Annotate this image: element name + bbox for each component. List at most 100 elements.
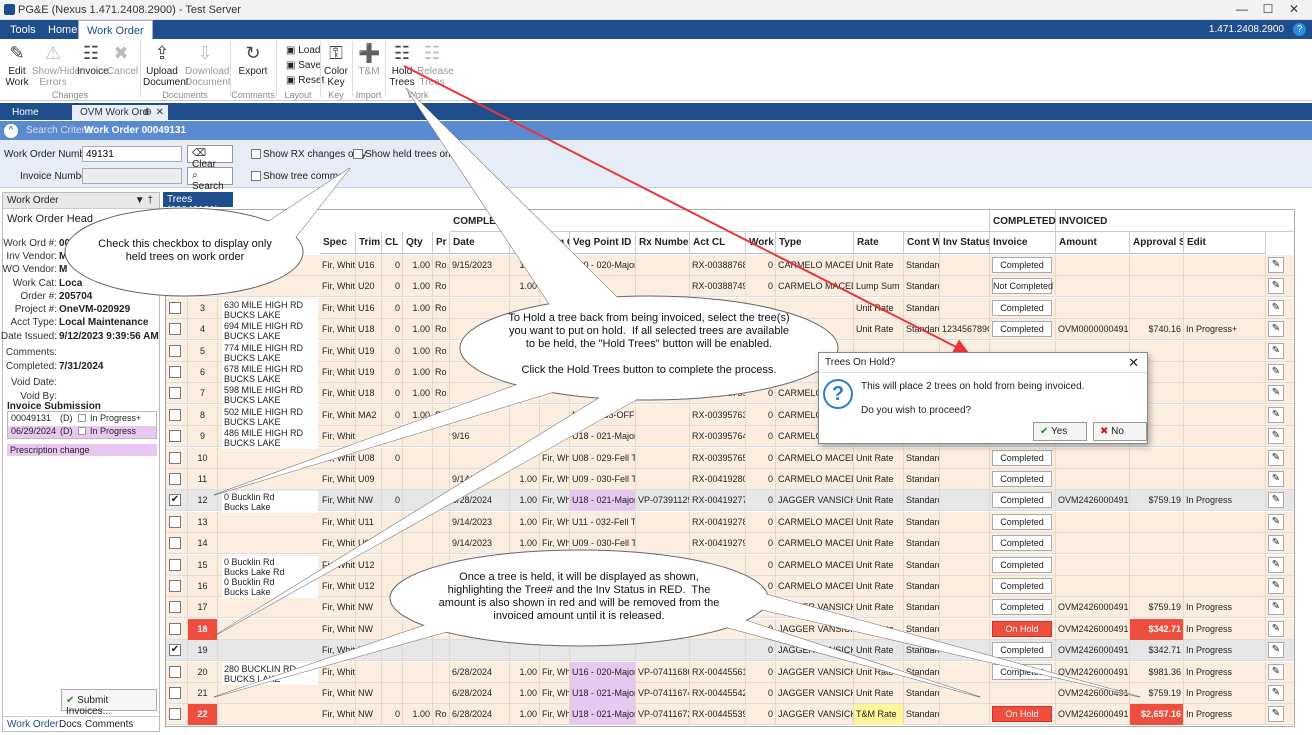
checkbox[interactable] (78, 414, 86, 422)
show-tree-comments-checkbox[interactable] (251, 171, 261, 181)
edit-pencil-icon[interactable]: ✎ (1268, 471, 1284, 487)
tab-comments[interactable]: Comments (85, 719, 133, 730)
wo-number-input[interactable] (82, 146, 182, 162)
reset-layout-button[interactable]: ▣ Reset (286, 75, 324, 86)
document-button[interactable]: ☷ Invoice (77, 42, 109, 77)
submit-invoices-button[interactable]: ✔ Submit Invoices... (61, 689, 157, 717)
row-checkbox[interactable] (169, 408, 181, 421)
column-header[interactable]: Spec (320, 232, 356, 254)
row-checkbox[interactable] (169, 301, 181, 314)
row-checkbox[interactable]: ✔ (169, 644, 181, 657)
edit-pencil-icon[interactable]: ✎ (1268, 364, 1284, 380)
edit-pencil-icon[interactable]: ✎ (1268, 299, 1284, 316)
column-header[interactable]: Cont WR# (904, 232, 940, 254)
show-held-trees-checkbox[interactable] (353, 149, 363, 159)
tab-close-icon[interactable]: ✕ (156, 107, 164, 118)
list-item[interactable]: 00049131 (D) In Progress+ (8, 413, 156, 425)
column-header[interactable]: Act CL (690, 232, 746, 254)
close-button[interactable]: ✕ (1284, 2, 1304, 18)
search-button[interactable]: ⌕ Search (187, 167, 233, 192)
edit-pencil-icon[interactable]: ✎ (1268, 342, 1284, 359)
clear-button[interactable]: ⌫ Clear (187, 145, 233, 170)
column-header[interactable]: Approval Status (1130, 232, 1184, 254)
table-row[interactable]: 11 Fir, WhiteU09 9/14/20231.00Fir, WhU09 -… (166, 469, 1294, 490)
column-header[interactable]: Veg Point ID (570, 232, 636, 254)
hold-trees-button[interactable]: ☷ Hold Trees (389, 42, 415, 88)
help-icon[interactable]: ? (1293, 23, 1306, 36)
edit-pencil-icon[interactable]: ✎ (1268, 556, 1284, 573)
edit-pencil-icon[interactable]: ✎ (1268, 663, 1284, 680)
tab-home[interactable]: Home (4, 105, 47, 120)
edit-pencil-icon[interactable]: ✎ (1268, 278, 1284, 295)
row-checkbox[interactable] (169, 558, 181, 571)
edit-pencil-icon[interactable]: ✎ (1268, 599, 1284, 616)
tab-docs[interactable]: Docs (59, 719, 82, 730)
maximize-button[interactable]: ☐ (1258, 2, 1278, 18)
pencil-button[interactable]: ✎ Edit Work (4, 42, 30, 88)
column-header[interactable]: Edit (1184, 232, 1266, 254)
column-header[interactable]: Date (450, 232, 510, 254)
collapse-icon[interactable]: ^ (4, 124, 18, 138)
row-checkbox[interactable] (169, 708, 181, 721)
checkbox[interactable] (78, 427, 86, 435)
row-checkbox[interactable] (169, 537, 181, 550)
column-header[interactable]: Inv Status (940, 232, 990, 254)
release-trees-button[interactable]: ☷ Release Trees (417, 42, 454, 88)
row-checkbox[interactable] (169, 622, 181, 635)
column-header[interactable]: Invoice (990, 232, 1056, 254)
table-row[interactable]: ✔ 19 Fir, WhiteNW 0JAGGER VANSICKLEUnit Rat… (166, 640, 1294, 662)
trees-tab[interactable]: Trees (00049131) (163, 192, 233, 216)
key-button[interactable]: ⚿ Color Key (322, 42, 350, 88)
minimize-button[interactable]: — (1232, 2, 1252, 18)
error-button[interactable]: ⚠ Show/Hide Errors (32, 42, 80, 88)
row-checkbox[interactable] (169, 323, 181, 336)
column-header[interactable]: Type (776, 232, 854, 254)
column-header[interactable]: Qty (510, 232, 540, 254)
column-header[interactable]: Rx Number (636, 232, 690, 254)
column-header[interactable]: Amount (1056, 232, 1130, 254)
tab-work-order[interactable]: Work Order (7, 719, 59, 730)
menu-work-order[interactable]: Work Order (78, 20, 153, 39)
row-checkbox[interactable] (169, 601, 181, 614)
row-checkbox[interactable] (169, 366, 181, 378)
column-header[interactable]: Rate (854, 232, 904, 254)
row-checkbox[interactable] (169, 387, 181, 400)
table-row[interactable]: 22Fir, WhiteNW01.00Ro6/28/20241.00Fir, W… (166, 704, 1294, 726)
save-layout-button[interactable]: ▣ Save (286, 60, 321, 71)
table-row[interactable]: 20 Fir, White 6/28/20241.00Fir, WhU16 - 02… (166, 661, 1294, 683)
invoice-number-input[interactable] (82, 168, 182, 184)
column-header[interactable]: Pr (433, 232, 450, 254)
table-row[interactable]: 13 Fir, WhiteU11 9/14/20231.00Fir, WhU11 -… (166, 511, 1294, 533)
edit-pencil-icon[interactable]: ✎ (1268, 449, 1284, 466)
row-checkbox[interactable] (169, 473, 181, 485)
table-row[interactable]: 14 Fir, WhiteU09 9/14/20231.00Fir, WhU09 -… (166, 533, 1294, 555)
row-checkbox[interactable]: ✔ (169, 494, 181, 507)
column-header[interactable]: Qty (403, 232, 433, 254)
menu-tools[interactable]: Tools (2, 20, 44, 39)
edit-pencil-icon[interactable]: ✎ (1268, 385, 1284, 402)
table-row[interactable]: 21 Fir, WhiteNW 6/28/20241.00Fir, WhU18 - … (166, 683, 1294, 704)
search-criteria-bar[interactable]: ^ Search Criteria Work Order 00049131 (0, 121, 1312, 140)
edit-pencil-icon[interactable]: ✎ (1268, 685, 1284, 701)
yes-button[interactable]: ✔ Yes (1033, 422, 1087, 441)
table-row[interactable]: Fir, WhiteU1601.00Ro9/15/20231.00Fir, Wh… (166, 255, 1294, 276)
row-checkbox[interactable] (169, 344, 181, 357)
upload-button[interactable]: ⇪ Upload Document (143, 42, 189, 88)
table-row[interactable]: ✔12Fir, WhiteNW06/28/20241.00Fir, WhU18 … (166, 490, 1294, 512)
row-checkbox[interactable] (169, 515, 181, 528)
download-button[interactable]: ⇩ Download Document (185, 42, 231, 88)
dialog-close-icon[interactable]: ✕ (1128, 355, 1139, 371)
edit-pencil-icon[interactable]: ✎ (1268, 706, 1284, 723)
edit-pencil-icon[interactable]: ✎ (1268, 428, 1284, 445)
column-header[interactable]: Work By (746, 232, 776, 254)
edit-pencil-icon[interactable]: ✎ (1268, 492, 1284, 509)
row-checkbox[interactable] (169, 451, 181, 464)
load-layout-button[interactable]: ▣ Load (286, 45, 320, 56)
table-row[interactable]: 10Fir, WhiteU080Fir, WhU08 - 029-Fell Tr… (166, 447, 1294, 469)
no-button[interactable]: ✖ No (1093, 422, 1147, 441)
x-button[interactable]: ✖ Cancel (107, 42, 138, 77)
table-row[interactable]: Fir, WhiteU2001.00Ro1.00Fir, WhRX-003887… (166, 276, 1294, 298)
row-checkbox[interactable] (169, 687, 181, 699)
panel-pin-icon[interactable]: ▼ † (135, 195, 153, 206)
edit-pencil-icon[interactable]: ✎ (1268, 642, 1284, 659)
